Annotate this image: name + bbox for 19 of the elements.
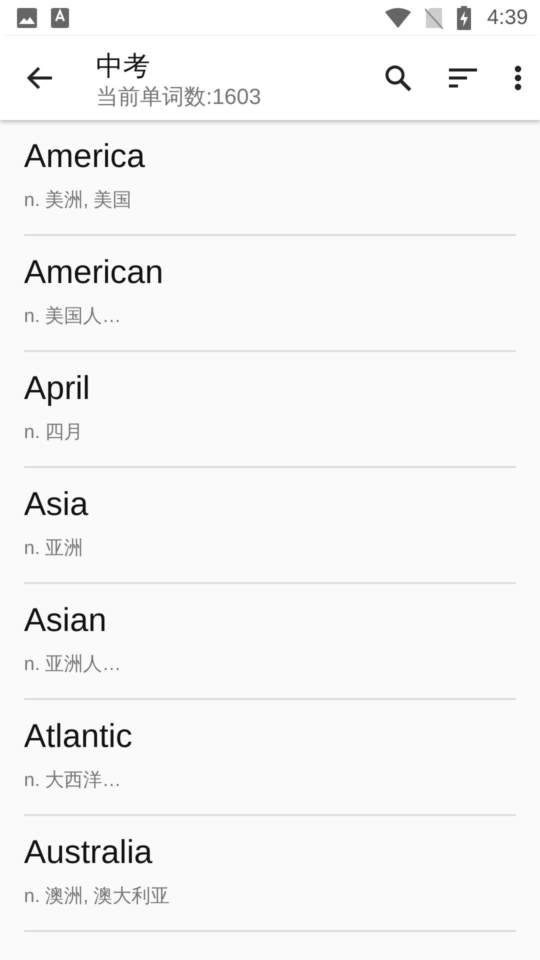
word-item[interactable]: Asian n. 亚洲人… (24, 584, 516, 700)
word-count: 当前单词数:1603 (96, 83, 262, 111)
search-button[interactable] (384, 64, 412, 92)
image-icon (17, 8, 37, 28)
sort-button[interactable] (448, 68, 478, 88)
no-sim-icon (425, 7, 444, 29)
wifi-icon (385, 8, 412, 28)
status-time: 4:39 (487, 6, 528, 30)
font-icon (51, 8, 69, 28)
app-title: 中考 (96, 50, 151, 83)
word-item[interactable]: Australia n. 澳洲, 澳大利亚 (24, 816, 516, 932)
more-menu-button[interactable] (514, 65, 522, 91)
word-item[interactable]: April n. 四月 (24, 352, 516, 468)
word-item[interactable]: Asia n. 亚洲 (24, 468, 516, 584)
battery-charging-icon (457, 6, 472, 30)
word-item[interactable]: America n. 美洲, 美国 (24, 120, 516, 236)
word-item[interactable]: American n. 美国人… (24, 236, 516, 352)
word-item[interactable]: Atlantic n. 大西洋… (24, 700, 516, 816)
back-button[interactable] (26, 66, 54, 90)
